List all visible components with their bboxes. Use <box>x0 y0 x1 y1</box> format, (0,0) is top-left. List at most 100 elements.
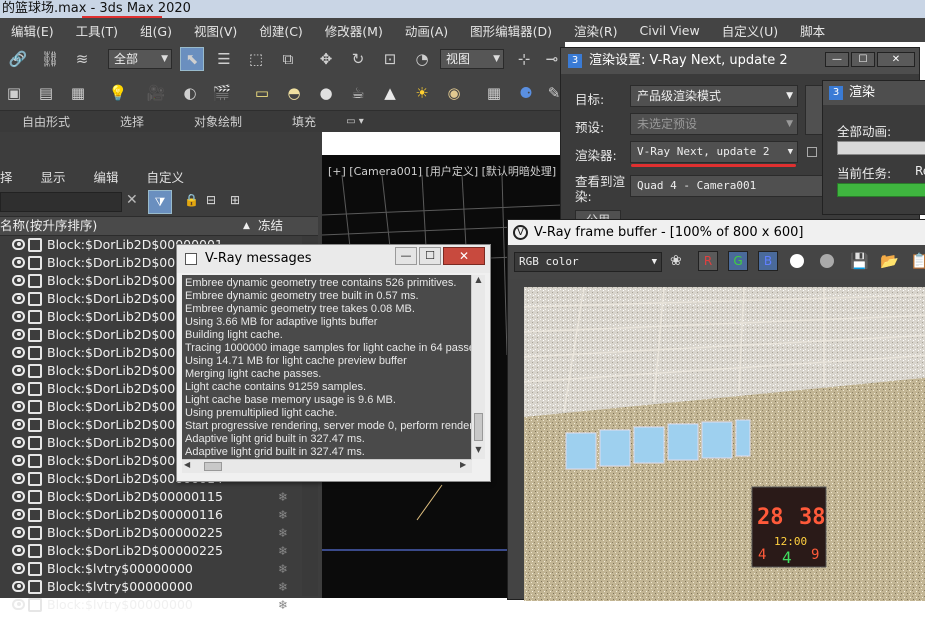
preset-dropdown[interactable]: 未选定预设 ▼ <box>630 113 798 135</box>
freeze-icon[interactable]: ❄ <box>278 524 288 542</box>
visibility-eye-icon[interactable] <box>12 491 25 502</box>
scene-object-row[interactable]: Block:$DorLib2D$00000116 ❄ <box>0 506 300 524</box>
scene-search-input[interactable] <box>0 192 122 212</box>
rotate-icon[interactable]: ↻ <box>346 47 370 71</box>
scene-object-row[interactable]: Block:$lvtry$00000000 ❄ <box>0 560 300 578</box>
vray-fur-icon[interactable]: ▦ <box>482 81 506 105</box>
scroll-thumb[interactable] <box>474 413 483 441</box>
monochrome-icon[interactable] <box>820 254 834 268</box>
vray-camera-icon[interactable]: 🎥 <box>144 81 168 105</box>
visibility-eye-icon[interactable] <box>12 509 25 520</box>
column-freeze-header[interactable]: 冻结 <box>258 217 283 235</box>
vray-plane-icon[interactable]: ▭ <box>250 81 274 105</box>
place-icon[interactable]: ◔ <box>410 47 434 71</box>
freeze-icon[interactable]: ❄ <box>278 560 288 578</box>
visibility-eye-icon[interactable] <box>12 365 25 376</box>
visibility-eye-icon[interactable] <box>12 437 25 448</box>
save-file-checkbox[interactable] <box>807 147 817 157</box>
selection-filter-dropdown[interactable]: 全部 ▼ <box>108 49 172 69</box>
select-by-name-icon[interactable]: ☰ <box>212 47 236 71</box>
scroll-up-icon[interactable]: ▲ <box>472 275 485 289</box>
vray-messages-log[interactable]: Embree dynamic geometry tree contains 52… <box>182 275 472 459</box>
visibility-eye-icon[interactable] <box>12 347 25 358</box>
vray-render-icon[interactable]: 🎬 <box>210 81 234 105</box>
visibility-eye-icon[interactable] <box>12 329 25 340</box>
scene-menu-edit[interactable]: 编辑 <box>94 167 119 186</box>
maximize-button[interactable]: ☐ <box>419 247 441 265</box>
visibility-eye-icon[interactable] <box>12 293 25 304</box>
menu-create[interactable]: 创建(C) <box>248 21 313 40</box>
visibility-eye-icon[interactable] <box>12 311 25 322</box>
rgb-channels-icon[interactable]: ❀ <box>670 253 682 269</box>
menu-tools[interactable]: 工具(T) <box>65 21 129 40</box>
render-frame-window-icon[interactable]: ▣ <box>2 81 26 105</box>
layer-explorer-icon[interactable]: ▦ <box>66 81 90 105</box>
reference-coordinate-dropdown[interactable]: 视图 ▼ <box>440 49 504 69</box>
vray-mesh-light-icon[interactable]: ☕ <box>346 81 370 105</box>
vray-dome-icon[interactable]: ◓ <box>282 81 306 105</box>
menu-graph-editors[interactable]: 图形编辑器(D) <box>459 21 563 40</box>
pivot-icon[interactable]: ⊹ <box>512 47 536 71</box>
visibility-eye-icon[interactable] <box>12 275 25 286</box>
menu-scripting[interactable]: 脚本 <box>789 21 836 40</box>
save-image-icon[interactable]: 💾 <box>850 252 869 270</box>
column-name-header[interactable]: 名称(按升序排序) <box>0 217 97 235</box>
vray-sphere-light-icon[interactable]: ● <box>314 81 338 105</box>
link-icon[interactable]: 🔗 <box>6 47 30 71</box>
freeze-icon[interactable]: ❄ <box>278 488 288 506</box>
scene-object-row[interactable]: Block:$DorLib2D$00000225 ❄ <box>0 524 300 542</box>
visibility-eye-icon[interactable] <box>12 455 25 466</box>
scroll-right-icon[interactable]: ▶ <box>460 460 466 469</box>
vray-light-icon[interactable]: 💡 <box>106 81 130 105</box>
scene-object-row[interactable]: Block:$lvtry$00000000 ❄ <box>0 596 300 614</box>
move-icon[interactable]: ✥ <box>314 47 338 71</box>
log-vertical-scrollbar[interactable]: ▲ ▼ <box>471 275 485 459</box>
ribbon-tab-object-paint[interactable]: 对象绘制 <box>194 113 242 130</box>
menu-modifiers[interactable]: 修改器(M) <box>314 21 394 40</box>
blue-channel-button[interactable]: B <box>758 251 778 271</box>
frame-buffer-titlebar[interactable]: V V-Ray frame buffer - [100% of 800 x 60… <box>508 220 925 245</box>
scale-icon[interactable]: ⊡ <box>378 47 402 71</box>
clear-search-icon[interactable]: ✕ <box>126 192 138 208</box>
visibility-eye-icon[interactable] <box>12 599 25 610</box>
menu-group[interactable]: 组(G) <box>129 21 183 40</box>
menu-civil-view[interactable]: Civil View <box>629 23 711 38</box>
hierarchy-icon[interactable]: ⊟ <box>206 193 216 207</box>
visibility-eye-icon[interactable] <box>12 545 25 556</box>
green-channel-button[interactable]: G <box>728 251 748 271</box>
vray-ambient-icon[interactable]: ◉ <box>442 81 466 105</box>
vray-proxy-icon[interactable]: ⚈ <box>514 81 538 105</box>
maximize-button[interactable]: ☐ <box>851 52 875 67</box>
visibility-eye-icon[interactable] <box>12 473 25 484</box>
menu-rendering[interactable]: 渲染(R) <box>563 21 628 40</box>
ribbon-tab-freeform[interactable]: 自由形式 <box>22 113 70 130</box>
menu-edit[interactable]: 编辑(E) <box>0 21 65 40</box>
red-channel-button[interactable]: R <box>698 251 718 271</box>
view-to-render-dropdown[interactable]: Quad 4 - Camera001 <box>630 175 830 197</box>
ribbon-tab-populate[interactable]: 填充 <box>292 113 316 130</box>
scroll-down-icon[interactable]: ▼ <box>472 445 485 459</box>
target-dropdown[interactable]: 产品级渲染模式 ▼ <box>630 85 798 107</box>
visibility-eye-icon[interactable] <box>12 257 25 268</box>
bind-space-warp-icon[interactable]: ≋ <box>70 47 94 71</box>
ribbon-options-icon[interactable]: ▭ ▾ <box>346 116 364 127</box>
copy-clipboard-icon[interactable]: 📋 <box>910 252 925 270</box>
scene-menu-customize[interactable]: 自定义 <box>147 167 185 186</box>
filter-icon[interactable]: ⧩ <box>148 190 172 214</box>
render-progress-titlebar[interactable]: 3 渲染 <box>823 81 925 105</box>
alpha-channel-icon[interactable] <box>790 254 804 268</box>
hscroll-thumb[interactable] <box>204 462 222 471</box>
scene-object-row[interactable]: Block:$DorLib2D$00000225 ❄ <box>0 542 300 560</box>
visibility-eye-icon[interactable] <box>12 581 25 592</box>
scene-menu-display[interactable]: 显示 <box>41 167 66 186</box>
visibility-eye-icon[interactable] <box>12 563 25 574</box>
lock-icon[interactable]: 🔒 <box>184 193 199 207</box>
renderer-dropdown[interactable]: V-Ray Next, update 2 ▼ <box>630 141 798 163</box>
visibility-eye-icon[interactable] <box>12 401 25 412</box>
menu-customize[interactable]: 自定义(U) <box>711 21 789 40</box>
minimize-button[interactable]: — <box>395 247 417 265</box>
scroll-left-icon[interactable]: ◀ <box>184 460 190 469</box>
visibility-eye-icon[interactable] <box>12 419 25 430</box>
scene-explorer-icon[interactable]: ▤ <box>34 81 58 105</box>
minimize-button[interactable]: — <box>825 52 849 67</box>
